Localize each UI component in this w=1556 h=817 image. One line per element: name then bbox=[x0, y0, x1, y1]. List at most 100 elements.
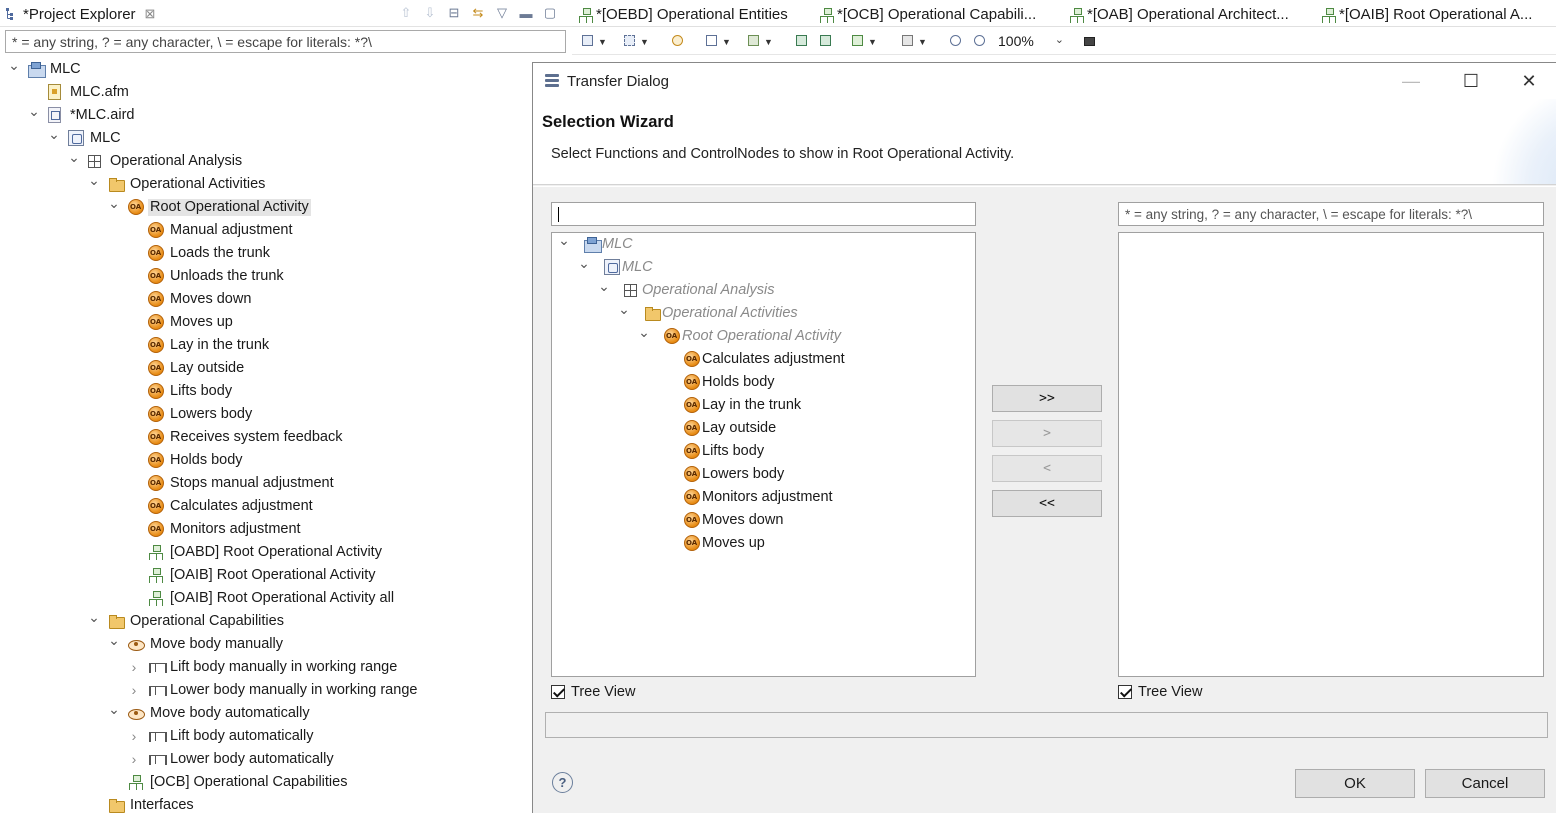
tree-item[interactable]: Loads the trunk bbox=[0, 242, 572, 265]
tree-item[interactable]: [OCB] Operational Capabilities bbox=[0, 771, 572, 794]
tree-item[interactable]: Receives system feedback bbox=[0, 426, 572, 449]
maximize-icon[interactable]: ☐ bbox=[1451, 69, 1491, 93]
tree-item[interactable]: ⌄ Move body automatically bbox=[0, 701, 572, 725]
chevron-down-icon[interactable]: ⌄ bbox=[28, 103, 40, 119]
left-filter-input[interactable] bbox=[551, 202, 976, 226]
chevron-down-icon[interactable]: ⌄ bbox=[68, 149, 80, 165]
tree-item[interactable]: Manual adjustment bbox=[0, 219, 572, 242]
cancel-button[interactable]: Cancel bbox=[1425, 769, 1545, 798]
project-explorer-filter-input[interactable]: * = any string, ? = any character, \ = e… bbox=[5, 30, 566, 53]
tree-item[interactable]: Lowers body bbox=[0, 403, 572, 426]
collapse-all-icon[interactable]: ⊟ bbox=[446, 5, 462, 21]
tree-item[interactable]: Calculates adjustment bbox=[552, 348, 975, 371]
zoom-select[interactable]: 100% ⌄ bbox=[996, 31, 1068, 51]
tree-item[interactable]: Moves down bbox=[0, 288, 572, 311]
chevron-down-icon[interactable]: ⌄ bbox=[558, 233, 570, 248]
tree-item[interactable]: Lay in the trunk bbox=[552, 394, 975, 417]
select-icon[interactable]: ▼ bbox=[622, 33, 649, 49]
tree-item[interactable]: Lifts body bbox=[0, 380, 572, 403]
tree-item[interactable]: Monitors adjustment bbox=[0, 518, 572, 541]
diagram-layout-icon[interactable]: ▼ bbox=[850, 33, 877, 49]
chevron-right-icon[interactable]: › bbox=[128, 751, 140, 767]
tree-item[interactable]: › Lower body automatically bbox=[0, 748, 572, 771]
chevron-right-icon[interactable]: › bbox=[128, 728, 140, 744]
right-tree-view-checkbox[interactable]: Tree View bbox=[1118, 684, 1202, 700]
tree-item[interactable]: Lifts body bbox=[552, 440, 975, 463]
chevron-down-icon[interactable]: ⌄ bbox=[108, 632, 120, 648]
tree-item[interactable]: ⌄ MLC bbox=[552, 233, 975, 256]
layer-icon[interactable]: ▼ bbox=[704, 33, 731, 49]
view-menu-icon[interactable]: ▽ bbox=[494, 5, 510, 21]
available-items-tree[interactable]: ⌄ MLC ⌄ MLC ⌄ Operational Analysis ⌄ Operationa… bbox=[551, 232, 976, 677]
zoom-in-icon[interactable] bbox=[948, 33, 964, 49]
tree-item[interactable]: Lay in the trunk bbox=[0, 334, 572, 357]
tree-item[interactable]: ⌄ Operational Activities bbox=[552, 301, 975, 325]
ok-button[interactable]: OK bbox=[1295, 769, 1415, 798]
minimize-icon[interactable]: ▬ bbox=[518, 5, 534, 21]
tree-item[interactable]: Interfaces bbox=[0, 794, 572, 817]
chevron-down-icon[interactable]: ⌄ bbox=[88, 609, 100, 625]
tree-item[interactable]: ⌄ Root Operational Activity bbox=[552, 324, 975, 348]
chevron-down-icon[interactable]: ⌄ bbox=[578, 255, 590, 271]
editor-tab[interactable]: *[OAB] Operational Architect... bbox=[1069, 3, 1289, 25]
remove-all-button[interactable]: << bbox=[992, 490, 1102, 517]
help-icon[interactable]: ? bbox=[552, 772, 573, 793]
tree-item[interactable]: Holds body bbox=[552, 371, 975, 394]
tree-item[interactable]: [OAIB] Root Operational Activity bbox=[0, 564, 572, 587]
tree-item[interactable]: Moves up bbox=[0, 311, 572, 334]
add-all-button[interactable]: >> bbox=[992, 385, 1102, 412]
minimize-icon[interactable]: — bbox=[1391, 69, 1431, 93]
add-button[interactable]: > bbox=[992, 420, 1102, 447]
chevron-down-icon[interactable]: ⌄ bbox=[598, 278, 610, 294]
tree-item[interactable]: [OAIB] Root Operational Activity all bbox=[0, 587, 572, 610]
tree-item[interactable]: MLC.afm bbox=[0, 81, 572, 104]
tree-item[interactable]: Moves down bbox=[552, 509, 975, 532]
tree-item[interactable]: Holds body bbox=[0, 449, 572, 472]
chevron-right-icon[interactable]: › bbox=[128, 682, 140, 698]
chevron-down-icon[interactable]: ⌄ bbox=[48, 126, 60, 142]
tree-item[interactable]: [OABD] Root Operational Activity bbox=[0, 541, 572, 564]
tree-item[interactable]: ⌄ Operational Analysis bbox=[552, 278, 975, 302]
tree-item[interactable]: Lay outside bbox=[552, 417, 975, 440]
remove-button[interactable]: < bbox=[992, 455, 1102, 482]
tree-item[interactable]: ⌄ Operational Analysis bbox=[0, 149, 572, 173]
clipboard-icon[interactable]: ▼ bbox=[900, 33, 927, 49]
arrow-down-icon[interactable]: ⇩ bbox=[422, 5, 438, 21]
tree-item[interactable]: › Lower body manually in working range bbox=[0, 679, 572, 702]
tree-item[interactable]: ⌄ MLC bbox=[0, 126, 572, 150]
tree-item[interactable]: Monitors adjustment bbox=[552, 486, 975, 509]
zoom-out-icon[interactable] bbox=[972, 33, 988, 49]
tree-item[interactable]: Stops manual adjustment bbox=[0, 472, 572, 495]
tree-item[interactable]: ⌄ Operational Capabilities bbox=[0, 609, 572, 633]
close-icon[interactable]: ⊠ bbox=[145, 6, 156, 22]
camera-icon[interactable] bbox=[1082, 33, 1098, 49]
tree-item[interactable]: ⌄ Root Operational Activity bbox=[0, 195, 572, 219]
chevron-down-icon[interactable]: ⌄ bbox=[108, 195, 120, 211]
chevron-down-icon[interactable]: ⌄ bbox=[8, 57, 20, 73]
right-filter-input[interactable]: * = any string, ? = any character, \ = e… bbox=[1118, 202, 1544, 226]
tree-item[interactable]: Calculates adjustment bbox=[0, 495, 572, 518]
link-with-editor-icon[interactable]: ⇆ bbox=[470, 5, 486, 21]
tree-item[interactable]: ⌄ MLC bbox=[0, 57, 572, 81]
tree-item[interactable]: › Lift body automatically bbox=[0, 725, 572, 748]
tree-item[interactable]: ⌄ Move body manually bbox=[0, 632, 572, 656]
left-tree-view-checkbox[interactable]: Tree View bbox=[551, 684, 635, 700]
export-image-icon[interactable] bbox=[794, 33, 810, 49]
chevron-right-icon[interactable]: › bbox=[128, 659, 140, 675]
tree-item[interactable]: Lowers body bbox=[552, 463, 975, 486]
tree-item[interactable]: ⌄ *MLC.aird bbox=[0, 103, 572, 127]
tree-item[interactable]: ⌄ MLC bbox=[552, 255, 975, 279]
filter-icon[interactable]: ▼ bbox=[746, 33, 773, 49]
chevron-down-icon[interactable]: ⌄ bbox=[618, 301, 630, 317]
arrow-up-icon[interactable]: ⇧ bbox=[398, 5, 414, 21]
refresh-icon[interactable] bbox=[670, 33, 686, 49]
editor-tab[interactable]: *[OAIB] Root Operational A... bbox=[1321, 3, 1532, 25]
arrange-icon[interactable]: ▼ bbox=[580, 33, 607, 49]
export-icon[interactable] bbox=[818, 33, 834, 49]
editor-tab[interactable]: *[OEBD] Operational Entities bbox=[578, 3, 788, 25]
maximize-icon[interactable]: ▢ bbox=[542, 5, 558, 21]
tree-item[interactable]: Moves up bbox=[552, 532, 975, 555]
chevron-down-icon[interactable]: ⌄ bbox=[108, 701, 120, 717]
tree-item[interactable]: Lay outside bbox=[0, 357, 572, 380]
tree-item[interactable]: › Lift body manually in working range bbox=[0, 656, 572, 679]
